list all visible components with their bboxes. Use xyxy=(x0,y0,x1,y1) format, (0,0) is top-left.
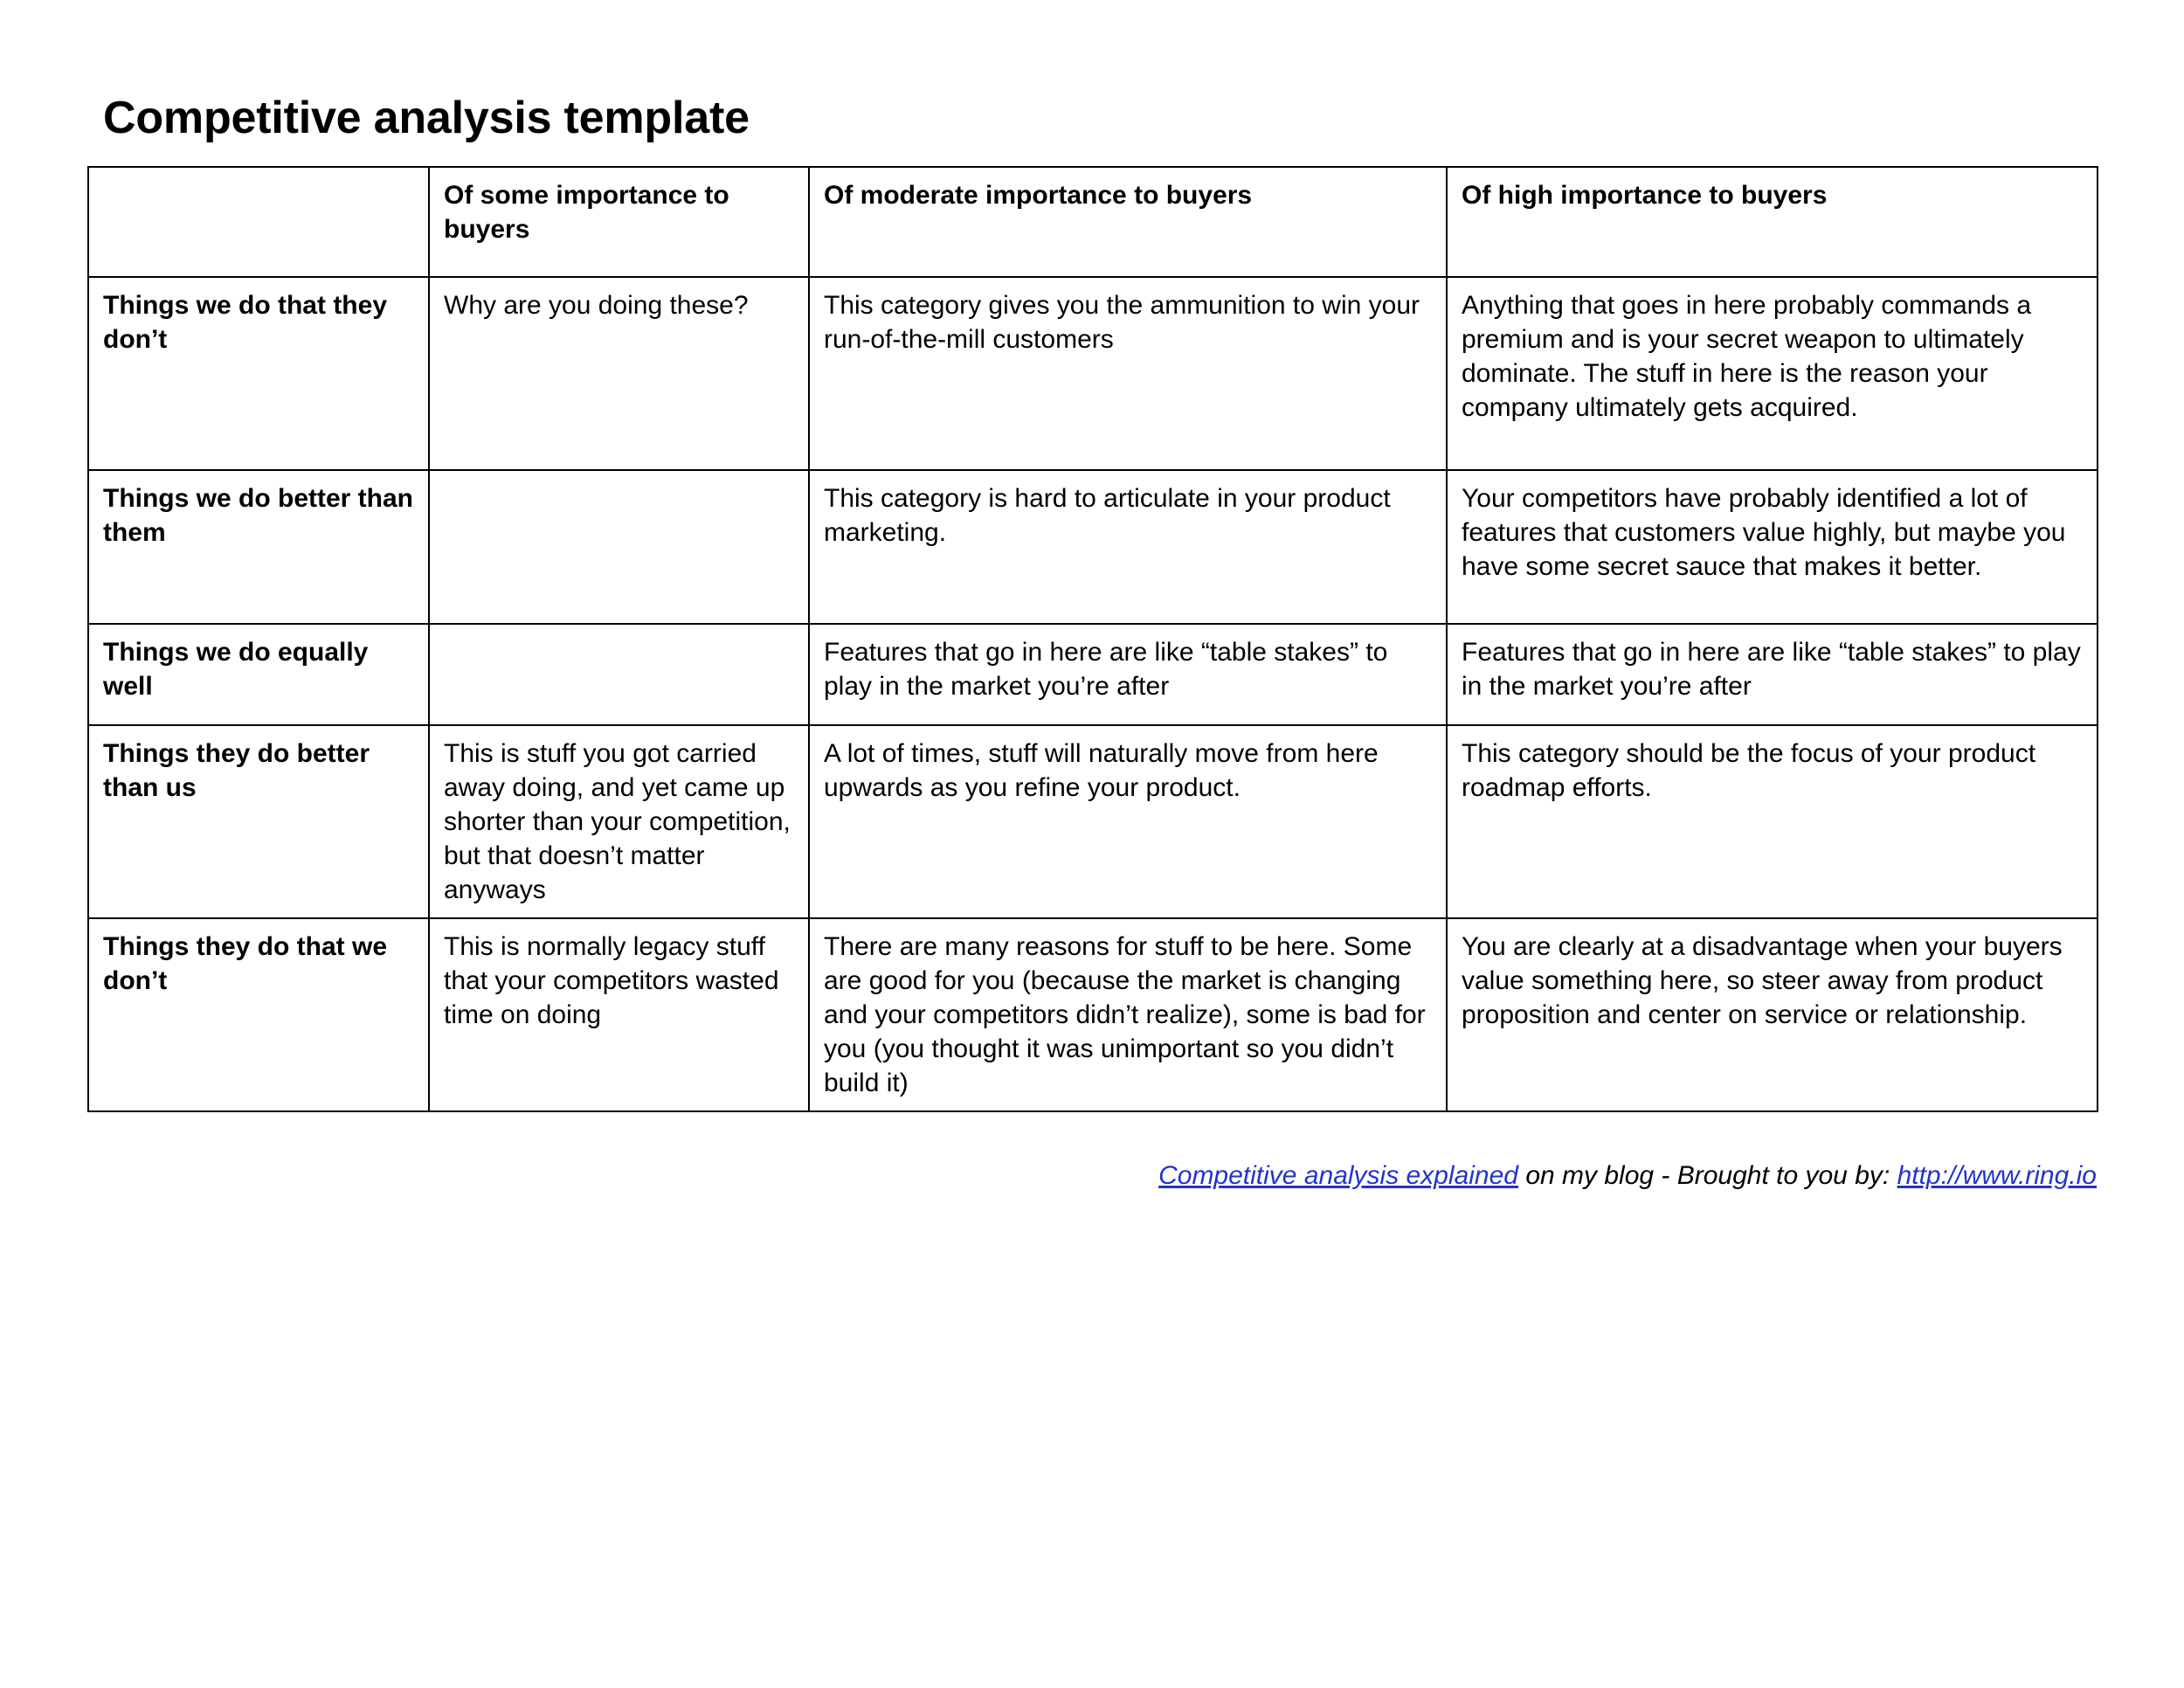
table-header-row: Of some importance to buyers Of moderate… xyxy=(87,166,2098,278)
cell-r0-c3: Anything that goes in here probably comm… xyxy=(1446,276,2098,471)
competitive-analysis-explained-link[interactable]: Competitive analysis explained xyxy=(1158,1161,1518,1190)
table-row: Things they do that we don’t This is nor… xyxy=(87,917,2098,1112)
cell-r3-c1: This is stuff you got carried away doing… xyxy=(428,724,810,919)
cell-r0-c2: This category gives you the ammunition t… xyxy=(808,276,1448,471)
table-row: Things they do better than us This is st… xyxy=(87,724,2098,919)
cell-r0-c1: Why are you doing these? xyxy=(428,276,810,471)
cell-r4-c2: There are many reasons for stuff to be h… xyxy=(808,917,1448,1112)
column-header-some-importance: Of some importance to buyers xyxy=(428,166,810,278)
cell-r2-c2: Features that go in here are like “table… xyxy=(808,623,1448,726)
cell-r4-c1: This is normally legacy stuff that your … xyxy=(428,917,810,1112)
table-row: Things we do that they don’t Why are you… xyxy=(87,276,2098,471)
cell-r4-c3: You are clearly at a disadvantage when y… xyxy=(1446,917,2098,1112)
cell-r2-c1 xyxy=(428,623,810,726)
table-row: Things we do better than them This categ… xyxy=(87,469,2098,625)
column-header-moderate-importance: Of moderate importance to buyers xyxy=(808,166,1448,278)
ring-io-url-link[interactable]: http://www.ring.io xyxy=(1897,1161,2097,1190)
column-header-high-importance: Of high importance to buyers xyxy=(1446,166,2098,278)
row-label-we-do-equally-well: Things we do equally well xyxy=(87,623,430,726)
footer-attribution: Competitive analysis explained on my blo… xyxy=(87,1159,2097,1193)
row-label-we-do-better: Things we do better than them xyxy=(87,469,430,625)
matrix-table: Of some importance to buyers Of moderate… xyxy=(87,166,2098,1112)
document-page: Competitive analysis template Of some im… xyxy=(0,0,2184,1688)
table-row: Things we do equally well Features that … xyxy=(87,623,2098,726)
cell-r1-c3: Your competitors have probably identifie… xyxy=(1446,469,2098,625)
page-title: Competitive analysis template xyxy=(103,93,750,143)
cell-r3-c2: A lot of times, stuff will naturally mov… xyxy=(808,724,1448,919)
cell-r1-c2: This category is hard to articulate in y… xyxy=(808,469,1448,625)
table-corner-cell xyxy=(87,166,430,278)
row-label-they-do-better: Things they do better than us xyxy=(87,724,430,919)
footer-middle-text: on my blog - Brought to you by: xyxy=(1517,1161,1897,1190)
cell-r1-c1 xyxy=(428,469,810,625)
row-label-we-do-they-dont: Things we do that they don’t xyxy=(87,276,430,471)
cell-r3-c3: This category should be the focus of you… xyxy=(1446,724,2098,919)
cell-r2-c3: Features that go in here are like “table… xyxy=(1446,623,2098,726)
row-label-they-do-we-dont: Things they do that we don’t xyxy=(87,917,430,1112)
competitive-analysis-matrix: Of some importance to buyers Of moderate… xyxy=(87,166,2098,1112)
